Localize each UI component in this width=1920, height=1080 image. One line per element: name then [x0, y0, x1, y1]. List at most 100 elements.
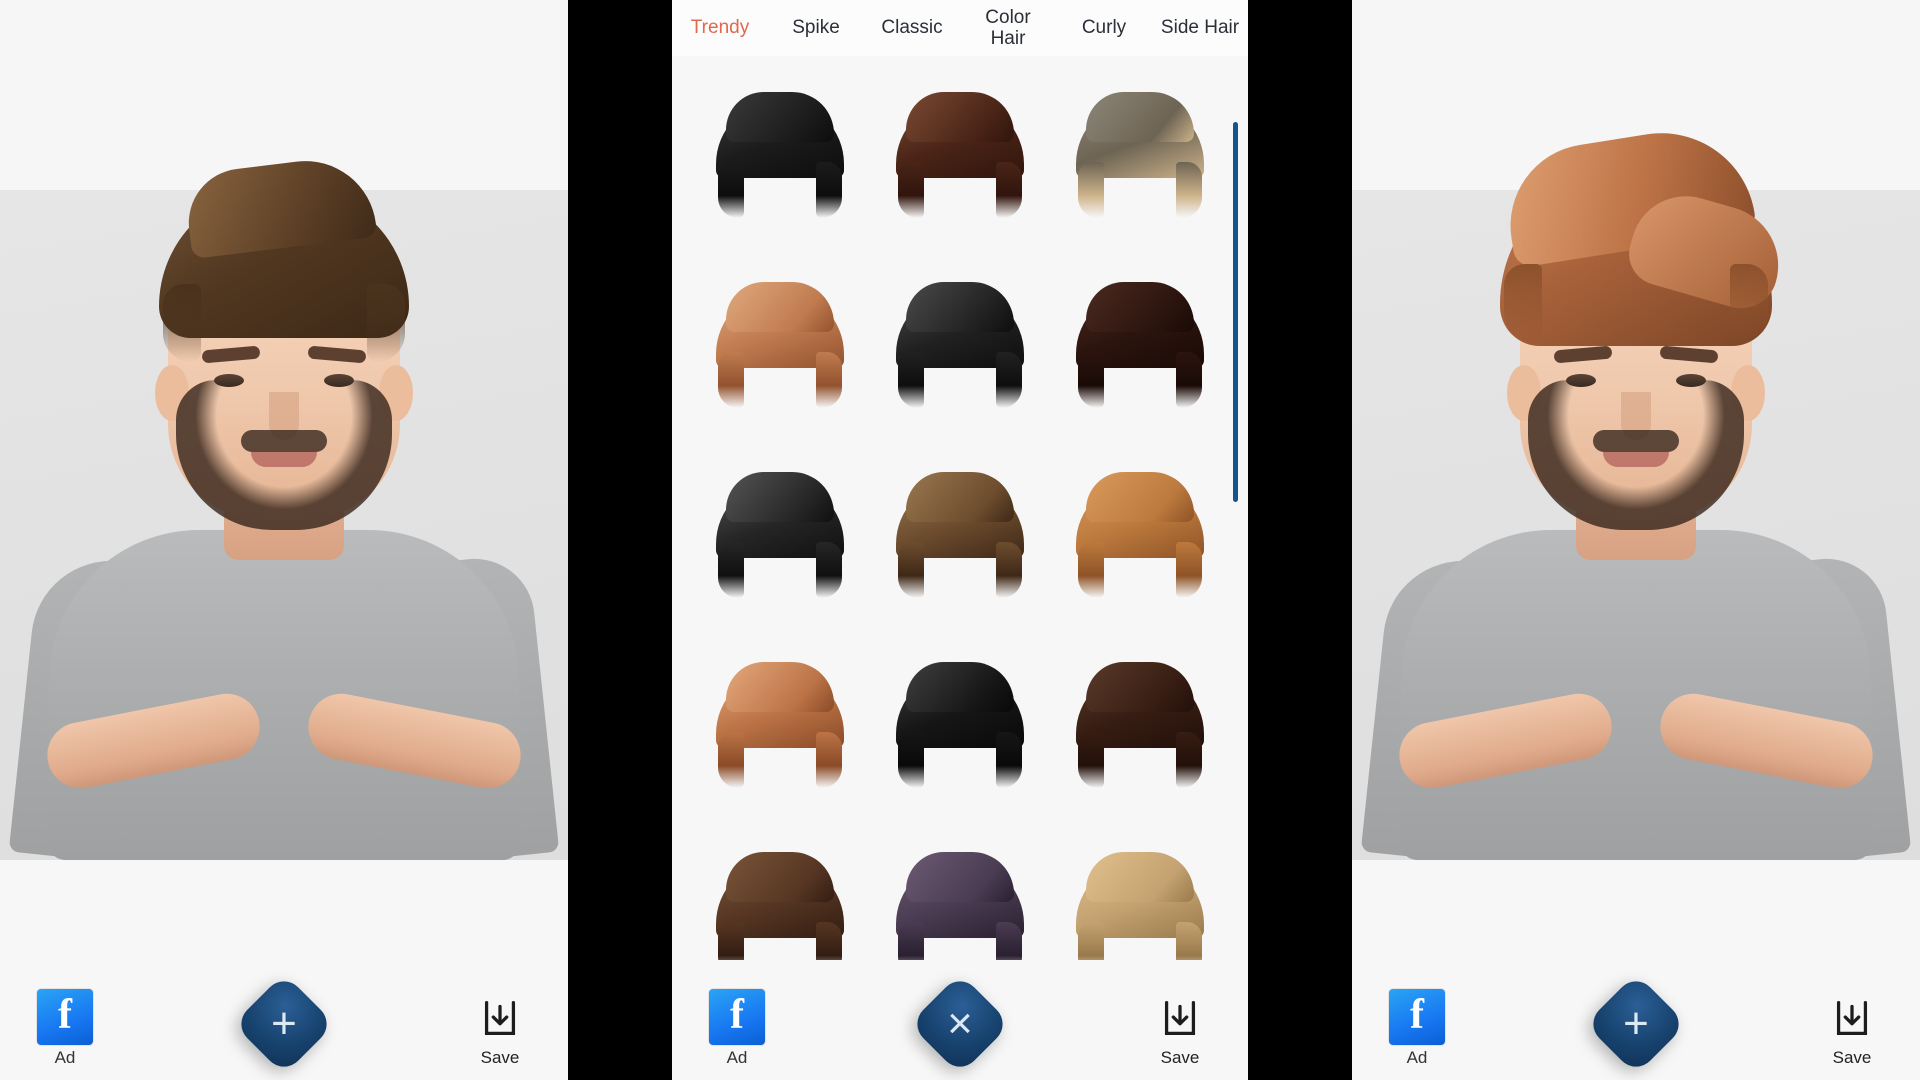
hairstyle-item[interactable]: [1050, 254, 1230, 444]
hair-sideburn-left: [1078, 542, 1104, 598]
ad-label: Ad: [1406, 1048, 1428, 1067]
facebook-icon: [37, 989, 93, 1045]
subject-photo: [4, 152, 564, 868]
hair-fade-left: [163, 284, 201, 362]
ad-label: Ad: [54, 1048, 76, 1067]
hair-top-volume: [726, 472, 834, 522]
hairstyle-item[interactable]: [690, 64, 870, 254]
hair-sideburn-right: [1176, 352, 1202, 408]
tab-spike[interactable]: Spike: [768, 17, 864, 38]
hair-sideburn-right: [816, 162, 842, 218]
save-button-right[interactable]: Save: [1806, 995, 1898, 1068]
hair-top-volume: [906, 92, 1014, 142]
save-button-left[interactable]: Save: [454, 995, 546, 1068]
moustache: [1593, 430, 1679, 452]
hair-sideburn-right: [1176, 542, 1202, 598]
hairstyle-item[interactable]: [690, 634, 870, 824]
hair-top-volume: [1086, 92, 1194, 142]
tab-color-hair[interactable]: Color Hair: [960, 7, 1056, 50]
hairstyle-thumbnail: [1076, 662, 1204, 788]
divider-left: [568, 0, 672, 1080]
hair-top-volume: [1086, 282, 1194, 332]
ad-button-left[interactable]: Ad: [22, 989, 108, 1068]
hairstyle-item[interactable]: [870, 64, 1050, 254]
add-hairstyle-button-left[interactable]: +: [233, 973, 335, 1075]
vertical-scrollbar[interactable]: [1233, 122, 1238, 502]
save-label: Save: [480, 1048, 520, 1067]
hair-top-volume: [906, 852, 1014, 902]
tab-side-hair[interactable]: Side Hair: [1152, 17, 1248, 38]
eye-left: [1566, 374, 1596, 387]
tab-classic[interactable]: Classic: [864, 17, 960, 38]
divider-right: [1248, 0, 1352, 1080]
hairstyle-thumbnail: [896, 282, 1024, 408]
head: [1498, 119, 1793, 530]
hair-sideburn-left: [898, 542, 924, 598]
ad-button-middle[interactable]: Ad: [694, 989, 780, 1068]
hair-sideburn-right: [816, 352, 842, 408]
download-icon: [484, 1001, 516, 1035]
hair-sideburn-right: [996, 162, 1022, 218]
hairstyle-item[interactable]: [1050, 634, 1230, 824]
hairstyle-thumbnail: [716, 662, 844, 788]
hair-fade-right: [1730, 264, 1768, 342]
facebook-icon: [1389, 989, 1445, 1045]
hair-sideburn-right: [996, 732, 1022, 788]
hair-sideburn-right: [996, 542, 1022, 598]
facebook-icon: [709, 989, 765, 1045]
photo-preview-after[interactable]: [1352, 0, 1920, 1080]
hairstyle-item[interactable]: [690, 444, 870, 634]
hairstyle-grid-wrapper[interactable]: [672, 56, 1248, 978]
hair-original: [159, 152, 409, 362]
mouth: [251, 452, 317, 467]
ad-button-right[interactable]: Ad: [1374, 989, 1460, 1068]
plus-icon: +: [1623, 999, 1649, 1048]
hairstyle-thumbnail: [1076, 92, 1204, 218]
preview-photo-area: [0, 152, 568, 868]
hair-sideburn-right: [816, 732, 842, 788]
moustache: [241, 430, 327, 452]
hair-sideburn-left: [898, 162, 924, 218]
save-button-middle[interactable]: Save: [1134, 995, 1226, 1068]
hairstyle-chooser-panel: Trendy Spike Classic Color Hair Curly Side Ha…: [672, 0, 1248, 1080]
tshirt: [49, 530, 519, 860]
head: [155, 152, 413, 530]
close-chooser-button[interactable]: ×: [909, 973, 1011, 1075]
hair-sideburn-left: [718, 732, 744, 788]
hair-sideburn-left: [718, 352, 744, 408]
hairstyle-grid: [672, 56, 1248, 978]
download-icon: [1164, 1001, 1196, 1035]
right-action-bar: Ad + Save: [1352, 960, 1920, 1080]
hair-top-volume: [906, 282, 1014, 332]
hairstyle-thumbnail: [896, 472, 1024, 598]
mouth: [1603, 452, 1669, 467]
preview-top-strip: [0, 0, 568, 190]
hair-top-volume: [1086, 662, 1194, 712]
hair-sideburn-left: [1078, 352, 1104, 408]
hair-top-volume: [906, 472, 1014, 522]
eyebrow-right: [307, 345, 367, 364]
hairstyle-item[interactable]: [870, 254, 1050, 444]
app-stage: Ad + Save TrendySpikeClassicColor HairCu…: [0, 0, 1920, 1080]
eyebrow-left: [1553, 345, 1613, 364]
eye-left: [214, 374, 244, 387]
hairstyle-item[interactable]: [1050, 444, 1230, 634]
hairstyle-thumbnail: [716, 92, 844, 218]
add-hairstyle-button-right[interactable]: +: [1585, 973, 1687, 1075]
hairstyle-thumbnail: [1076, 282, 1204, 408]
download-icon: [1836, 1001, 1868, 1035]
photo-preview-before[interactable]: [0, 0, 568, 1080]
tab-trendy[interactable]: Trendy: [672, 17, 768, 38]
tab-curly[interactable]: Curly: [1056, 17, 1152, 38]
hairstyle-item[interactable]: [1050, 64, 1230, 254]
hairstyle-thumbnail: [896, 662, 1024, 788]
close-icon: ×: [947, 999, 973, 1048]
eye-right: [1676, 374, 1706, 387]
left-preview-panel: Ad + Save: [0, 0, 568, 1080]
subject-photo: [1356, 119, 1916, 868]
right-preview-panel: Ad + Save: [1352, 0, 1920, 1080]
hairstyle-item[interactable]: [870, 634, 1050, 824]
hairstyle-item[interactable]: [870, 444, 1050, 634]
hair-sideburn-right: [816, 542, 842, 598]
hairstyle-item[interactable]: [690, 254, 870, 444]
